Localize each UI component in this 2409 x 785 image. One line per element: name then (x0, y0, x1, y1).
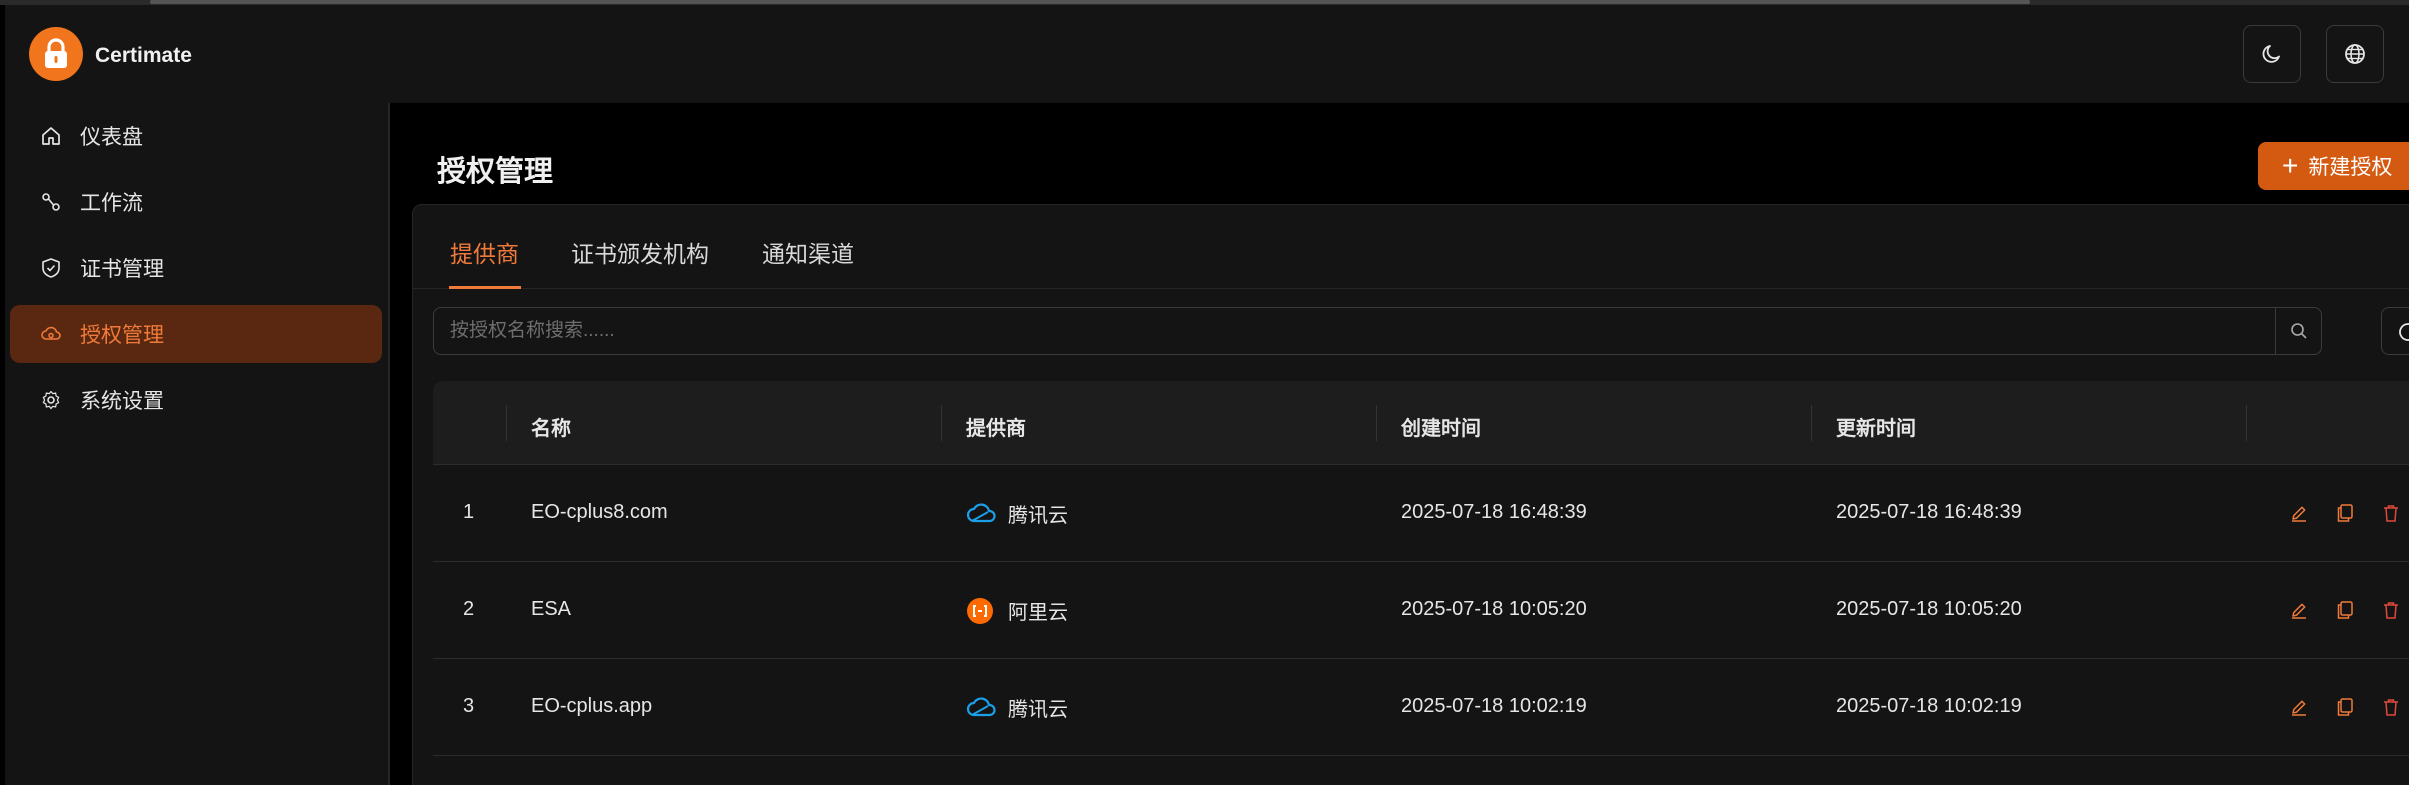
row-provider-label: 阿里云 (1008, 602, 1068, 624)
copy-button[interactable] (2333, 501, 2357, 525)
page-title: 授权管理 (437, 156, 554, 188)
access-table: 名称 提供商 创建时间 更新时间 1 EO-cplus8.com 腾讯云 202… (433, 381, 2409, 756)
row-name: EO-cplus8.com (531, 501, 668, 523)
row-provider: 腾讯云 (966, 499, 1068, 528)
row-name: EO-cplus.app (531, 695, 653, 717)
theme-toggle-button[interactable] (2243, 25, 2301, 83)
gear-icon (42, 390, 60, 410)
sidebar-item-settings[interactable]: 系统设置 (10, 371, 382, 429)
delete-button[interactable] (2379, 598, 2403, 622)
delete-icon (2384, 505, 2398, 522)
app-logo (29, 27, 83, 81)
shield-check-icon (42, 258, 60, 278)
copy-icon (2337, 601, 2353, 619)
moon-icon (2262, 45, 2280, 63)
column-header-updated: 更新时间 (1836, 418, 1916, 440)
edit-icon (2292, 506, 2306, 522)
plus-icon: + (2282, 150, 2299, 181)
search-icon (2290, 323, 2307, 339)
row-created: 2025-07-18 10:05:20 (1401, 598, 1587, 620)
sidebar-item-label: 工作流 (80, 192, 143, 215)
new-access-button[interactable]: + 新建授权 (2258, 142, 2409, 190)
access-card: 提供商 证书颁发机构 通知渠道 名称 提供商 创建时间 更新时间 (412, 204, 2409, 785)
lock-icon (45, 38, 67, 68)
delete-icon (2384, 602, 2398, 619)
row-index: 3 (463, 695, 475, 717)
new-access-button-label: 新建授权 (2308, 156, 2393, 179)
table-header: 名称 提供商 创建时间 更新时间 (433, 381, 2409, 465)
workflow-icon (42, 193, 60, 211)
edit-button[interactable] (2287, 501, 2311, 525)
edit-icon (2292, 700, 2306, 716)
tab-bar: 提供商 证书颁发机构 通知渠道 (413, 205, 2409, 289)
row-index: 2 (463, 598, 475, 620)
row-index: 1 (463, 501, 475, 523)
active-tab-indicator (449, 286, 521, 289)
table-row[interactable]: 3 EO-cplus.app 腾讯云 2025-07-18 10:02:19 2… (433, 659, 2409, 756)
sidebar-item-dashboard[interactable]: 仪表盘 (10, 107, 382, 165)
row-updated: 2025-07-18 10:05:20 (1836, 598, 2022, 620)
row-name: ESA (531, 598, 572, 620)
app-header: Certimate (5, 5, 2409, 103)
sidebar-item-certificates[interactable]: 证书管理 (10, 239, 382, 297)
sidebar-item-label: 仪表盘 (80, 126, 143, 149)
table-row[interactable]: 1 EO-cplus8.com 腾讯云 2025-07-18 16:48:39 … (433, 465, 2409, 562)
globe-icon (2345, 44, 2365, 64)
column-header-created: 创建时间 (1401, 418, 1481, 440)
copy-button[interactable] (2333, 695, 2357, 719)
aliyun-icon (967, 597, 993, 624)
search-button[interactable] (2275, 308, 2321, 354)
table-row[interactable]: 2 ESA 阿里云 2025-07-18 10:05:20 2025-07-18… (433, 562, 2409, 659)
row-created: 2025-07-18 10:02:19 (1401, 695, 1587, 717)
sidebar-item-label: 系统设置 (80, 390, 164, 413)
delete-icon (2384, 699, 2398, 716)
tab-ca[interactable]: 证书颁发机构 (571, 235, 709, 269)
tencent-cloud-icon (966, 696, 996, 716)
copy-icon (2337, 698, 2353, 716)
search-box (433, 307, 2322, 355)
copy-icon (2337, 504, 2353, 522)
column-header-name: 名称 (531, 418, 571, 440)
edit-button[interactable] (2287, 695, 2311, 719)
row-updated: 2025-07-18 10:02:19 (1836, 695, 2022, 717)
row-provider: 阿里云 (966, 596, 1068, 625)
app-name: Certimate (95, 44, 192, 67)
refresh-button[interactable] (2381, 307, 2409, 355)
refresh-icon (2399, 323, 2409, 341)
edit-icon (2292, 603, 2306, 619)
row-updated: 2025-07-18 16:48:39 (1836, 501, 2022, 523)
row-provider-label: 腾讯云 (1008, 699, 1068, 721)
row-provider: 腾讯云 (966, 693, 1068, 722)
column-header-provider: 提供商 (966, 418, 1026, 440)
tab-notification[interactable]: 通知渠道 (762, 235, 854, 269)
search-input[interactable] (434, 308, 2276, 354)
edit-button[interactable] (2287, 598, 2311, 622)
copy-button[interactable] (2333, 598, 2357, 622)
sidebar-item-label: 证书管理 (80, 258, 164, 281)
delete-button[interactable] (2379, 695, 2403, 719)
home-icon (42, 127, 60, 145)
tab-providers[interactable]: 提供商 (450, 235, 519, 269)
sidebar-item-access[interactable]: 授权管理 (10, 305, 382, 363)
row-provider-label: 腾讯云 (1008, 505, 1068, 527)
sidebar-item-workflow[interactable]: 工作流 (10, 173, 382, 231)
row-created: 2025-07-18 16:48:39 (1401, 501, 1587, 523)
delete-button[interactable] (2379, 501, 2403, 525)
sidebar: 仪表盘 工作流 证书管理 授权管理 系统设置 (5, 103, 390, 785)
sidebar-item-label: 授权管理 (80, 324, 164, 347)
cloud-key-icon (41, 326, 61, 340)
language-button[interactable] (2326, 25, 2384, 83)
tencent-cloud-icon (966, 502, 996, 522)
